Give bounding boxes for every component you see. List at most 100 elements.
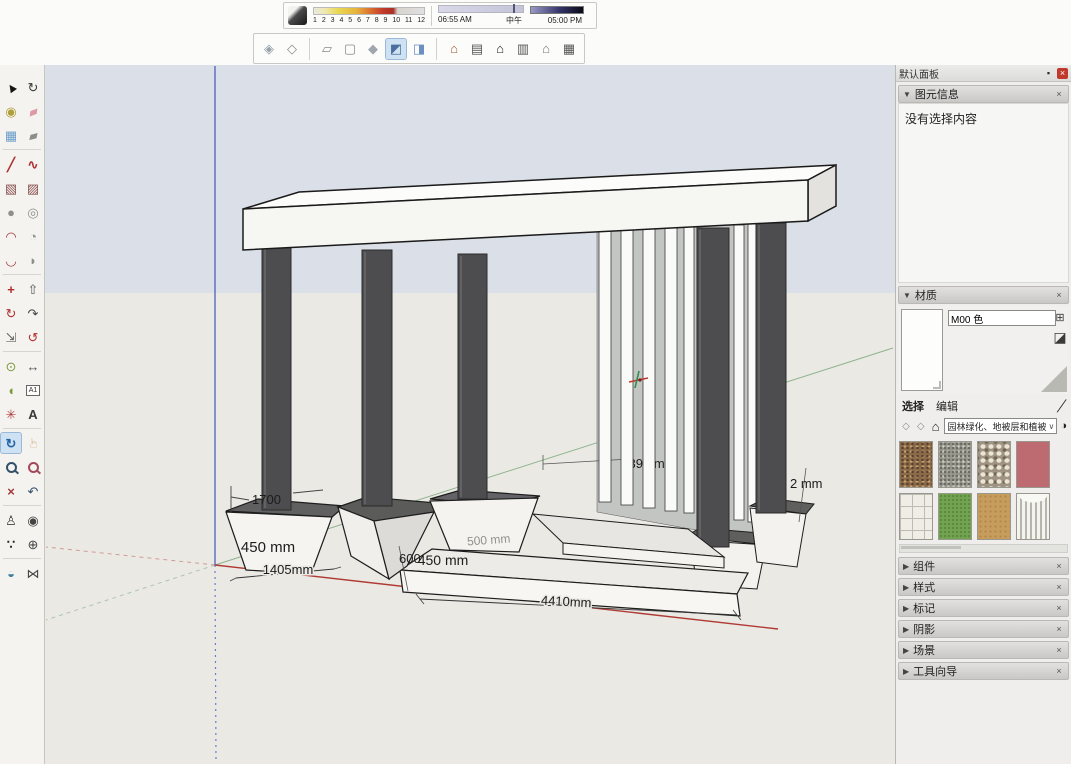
zoom-icon[interactable]	[1, 457, 21, 477]
make-component-icon[interactable]: ↻	[23, 77, 43, 97]
shadow-evening-slider[interactable]: 05:00 PM	[530, 6, 584, 25]
text-icon[interactable]: A1	[23, 380, 43, 400]
tape-measure-icon[interactable]: ⊙	[1, 356, 21, 376]
material-category-dropdown[interactable]: 园林绿化、地被层和植被 ∨	[944, 418, 1057, 434]
segment-icon[interactable]: ◗	[23, 250, 43, 270]
section-plane-icon[interactable]: ◒	[1, 563, 21, 583]
zoom-previous-icon[interactable]: ↶	[23, 481, 43, 501]
rectangle-icon[interactable]: ▧	[1, 178, 21, 198]
select-icon[interactable]: ▲	[0, 73, 25, 101]
line-icon[interactable]: ╱	[1, 154, 21, 174]
expand-icon[interactable]: ▶	[903, 646, 909, 655]
position-camera-icon[interactable]: ♙	[1, 510, 21, 530]
section-close-icon[interactable]: ×	[1054, 561, 1064, 571]
follow-me-icon[interactable]: ↷	[23, 303, 43, 323]
gravel-material-swatch[interactable]	[938, 441, 972, 488]
hidden-line-icon[interactable]: ▢	[340, 39, 360, 59]
rotate-icon[interactable]: ↻	[1, 303, 21, 323]
swatch-scrollbar[interactable]	[899, 544, 1068, 553]
pebbles-material-swatch[interactable]	[977, 441, 1011, 488]
back-arrow-icon[interactable]: ◇	[900, 420, 912, 433]
home-icon[interactable]: ⌂	[930, 420, 942, 433]
pie-icon[interactable]: ◔	[23, 226, 43, 246]
push-pull-icon[interactable]: ⇧	[23, 279, 43, 299]
protractor-icon[interactable]: ◖	[1, 380, 21, 400]
shadow-evening-track[interactable]	[530, 6, 584, 14]
look-around-icon[interactable]: ◉	[23, 510, 43, 530]
walk-icon[interactable]: ∵	[1, 534, 21, 554]
back-view-icon[interactable]: ⌂	[536, 39, 556, 59]
section-header-4[interactable]: ▶场景×	[898, 641, 1069, 659]
section-header-2[interactable]: ▶标记×	[898, 599, 1069, 617]
x-ray-icon[interactable]: ◈	[259, 39, 279, 59]
section-header-1[interactable]: ▶样式×	[898, 578, 1069, 596]
shape-box-icon[interactable]: ▦	[1, 125, 21, 145]
sand-material-swatch[interactable]	[977, 493, 1011, 540]
shadow-hour-gradient[interactable]	[313, 7, 425, 15]
tab-edit[interactable]: 编辑	[936, 398, 958, 414]
axes-icon[interactable]: ✳	[1, 404, 21, 424]
expand-icon[interactable]: ▶	[903, 583, 909, 592]
collapse-icon[interactable]: ▼	[903, 90, 911, 99]
section-close-icon[interactable]: ×	[1054, 603, 1064, 613]
polygon-icon[interactable]: ◎	[23, 202, 43, 222]
tab-select[interactable]: 选择	[902, 398, 924, 414]
shaded-with-textures-icon[interactable]: ◩	[386, 39, 406, 59]
section-close-icon[interactable]: ×	[1054, 666, 1064, 676]
two-point-arc-icon[interactable]: ◡	[1, 250, 21, 270]
pin-icon[interactable]: ▪	[1043, 68, 1054, 79]
offset-icon[interactable]: ↺	[23, 327, 43, 347]
plane-shape-icon[interactable]: ▰	[21, 123, 45, 147]
monochrome-icon[interactable]: ◨	[409, 39, 429, 59]
left-view-icon[interactable]: ▦	[559, 39, 579, 59]
fence-material-swatch[interactable]	[1016, 493, 1050, 540]
shadow-time-slider[interactable]: 123456789101112	[313, 7, 425, 24]
front-view-icon[interactable]: ⌂	[490, 39, 510, 59]
entity-info-header[interactable]: ▼ 图元信息 ×	[898, 85, 1069, 103]
entity-info-close-icon[interactable]: ×	[1054, 89, 1064, 99]
back-edges-icon[interactable]: ◇	[282, 39, 302, 59]
material-preview[interactable]	[901, 309, 943, 391]
scale-icon[interactable]: ⇲	[1, 327, 21, 347]
arc-icon[interactable]: ◠	[1, 226, 21, 246]
section-close-icon[interactable]: ×	[1054, 645, 1064, 655]
freehand-icon[interactable]: ∿	[23, 154, 43, 174]
zoom-window-icon[interactable]	[23, 457, 43, 477]
pan-icon[interactable]: ☞	[23, 433, 43, 453]
orbit-icon[interactable]: ↻	[1, 433, 21, 453]
mulch-material-swatch[interactable]	[899, 441, 933, 488]
section-close-icon[interactable]: ×	[1054, 624, 1064, 634]
eraser-icon[interactable]: ▰	[20, 98, 46, 124]
expand-icon[interactable]: ▶	[903, 625, 909, 634]
expand-icon[interactable]: ▶	[903, 562, 909, 571]
section-header-0[interactable]: ▶组件×	[898, 557, 1069, 575]
circle-tool-icon[interactable]: ⊕	[23, 534, 43, 554]
section-header-5[interactable]: ▶工具向导×	[898, 662, 1069, 680]
zoom-extents-icon[interactable]: ×	[1, 481, 21, 501]
pavers-material-swatch[interactable]	[899, 493, 933, 540]
shadow-date-slider[interactable]: 06:55 AM 中午	[438, 5, 524, 26]
iso-view-icon[interactable]: ⌂	[444, 39, 464, 59]
toggle-shadows-icon[interactable]	[288, 6, 307, 25]
rose-material-swatch[interactable]	[1016, 441, 1050, 488]
shaded-icon[interactable]: ◆	[363, 39, 383, 59]
material-name-input[interactable]	[948, 310, 1056, 326]
paint-bucket-icon[interactable]: ◉	[1, 101, 21, 121]
top-view-icon[interactable]: ▤	[467, 39, 487, 59]
collapse-icon[interactable]: ▼	[903, 291, 911, 300]
section-close-icon[interactable]: ×	[1054, 582, 1064, 592]
model-viewport[interactable]: 390 mm	[45, 65, 895, 764]
move-icon[interactable]: +	[1, 279, 21, 299]
right-view-icon[interactable]: ▥	[513, 39, 533, 59]
materials-close-icon[interactable]: ×	[1054, 290, 1064, 300]
forward-arrow-icon[interactable]: ◇	[915, 420, 927, 433]
tray-close-button[interactable]: ×	[1057, 68, 1068, 79]
circle-icon[interactable]: ●	[1, 202, 21, 222]
materials-header[interactable]: ▼ 材质 ×	[898, 286, 1069, 304]
expand-icon[interactable]: ▶	[903, 667, 909, 676]
create-material-icon[interactable]: ⊞	[1053, 310, 1067, 324]
grass-material-swatch[interactable]	[938, 493, 972, 540]
shadow-date-track[interactable]	[438, 5, 524, 13]
rotated-rectangle-icon[interactable]: ▨	[23, 178, 43, 198]
dimension-icon[interactable]: ↔	[23, 356, 43, 376]
